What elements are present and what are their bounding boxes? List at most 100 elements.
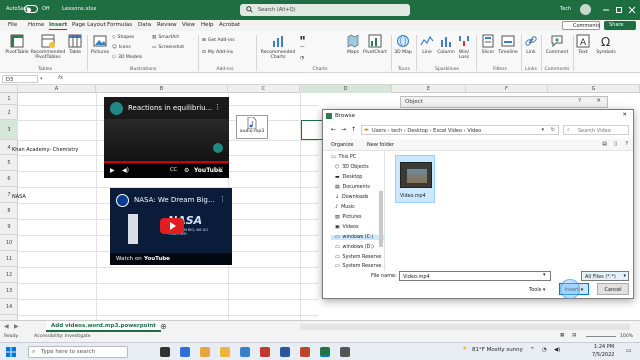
table-button[interactable]: Table bbox=[66, 34, 84, 55]
path-segment[interactable]: tech bbox=[391, 128, 402, 134]
organize-button[interactable]: Organize bbox=[331, 142, 353, 148]
recommended-charts-button[interactable]: Recommended Charts bbox=[258, 34, 298, 60]
captions-icon[interactable]: CC bbox=[170, 167, 177, 173]
settings-icon[interactable]: ⚙ bbox=[184, 167, 189, 174]
column-header[interactable]: D bbox=[300, 85, 392, 93]
nav-item-music[interactable]: ♪ Music bbox=[335, 205, 355, 210]
row-header[interactable]: 14 bbox=[0, 299, 18, 315]
timeline-button[interactable]: Timeline bbox=[497, 34, 519, 55]
3d-models-button[interactable]: ⬡ 3D Models bbox=[112, 55, 142, 60]
row-header[interactable]: 6 bbox=[0, 171, 18, 187]
sparkline-line-button[interactable]: Line bbox=[420, 34, 434, 55]
nav-scrollbar[interactable] bbox=[379, 191, 383, 247]
volume-icon[interactable]: ◀) bbox=[122, 167, 129, 174]
sheet-tab-active[interactable]: Add videos.word.mp3.powerpoint bbox=[46, 321, 161, 332]
nav-item-system-reserved[interactable]: ▭ System Reserve bbox=[335, 255, 381, 260]
row-header[interactable]: 9 bbox=[0, 219, 18, 235]
embedded-video-nasa[interactable]: NASA: We Dream Big... ⋮ NASA WE DREAM BI… bbox=[110, 188, 232, 265]
preview-pane-icon[interactable]: ▯ bbox=[614, 141, 617, 147]
add-sheet-icon[interactable]: ⊕ bbox=[160, 322, 167, 331]
view-options-icon[interactable]: ▤ bbox=[602, 141, 607, 147]
pivottable-button[interactable]: PivotTable bbox=[4, 34, 30, 55]
comment-button[interactable]: Comment bbox=[544, 34, 570, 55]
active-cell-d3[interactable] bbox=[301, 120, 323, 140]
line-chart-icon[interactable]: ⌒ bbox=[300, 46, 305, 52]
cell-a7[interactable]: NASA bbox=[12, 194, 26, 200]
row-header[interactable]: 3 bbox=[0, 120, 18, 140]
share-button[interactable]: Share bbox=[604, 21, 636, 30]
chevron-down-icon[interactable]: ▾ bbox=[543, 272, 546, 278]
column-header[interactable]: E bbox=[392, 85, 466, 93]
avatar[interactable] bbox=[580, 4, 591, 15]
file-type-select[interactable]: All Files (*.*) ▾ bbox=[581, 271, 629, 281]
accessibility-status[interactable]: Accessibility: Investigate bbox=[34, 334, 91, 339]
edge-icon[interactable] bbox=[180, 347, 190, 357]
column-header[interactable]: F bbox=[466, 85, 548, 93]
close-icon[interactable] bbox=[626, 4, 638, 16]
path-segment[interactable]: Desktop bbox=[407, 128, 428, 134]
weather-text[interactable]: 81°F Mostly sunny bbox=[472, 347, 523, 353]
column-header[interactable]: B bbox=[96, 85, 228, 93]
path-segment[interactable]: Users bbox=[372, 128, 386, 134]
tray-chevron-icon[interactable]: ^ bbox=[530, 347, 535, 353]
audio-object[interactable]: audio.mp3 bbox=[236, 115, 268, 139]
excel-icon[interactable] bbox=[320, 347, 330, 357]
column-header[interactable]: G bbox=[548, 85, 640, 93]
back-icon[interactable]: ← bbox=[331, 126, 336, 133]
tab-acrobat[interactable]: Acrobat bbox=[219, 22, 240, 28]
sparkline-column-button[interactable]: Column bbox=[436, 34, 456, 55]
nav-item-documents[interactable]: ▤ Documents bbox=[335, 185, 370, 190]
column-chart-icon[interactable]: ▮▮ bbox=[300, 36, 305, 41]
tab-data[interactable]: Data bbox=[138, 22, 151, 28]
powerpoint-icon[interactable] bbox=[300, 347, 310, 357]
row-header[interactable]: 5 bbox=[0, 155, 18, 171]
text-button[interactable]: A Text bbox=[576, 34, 590, 55]
tab-view[interactable]: View bbox=[182, 22, 195, 28]
file-name-input[interactable]: Video.mp4 bbox=[399, 271, 551, 281]
nav-item-downloads[interactable]: ↓ Downloads bbox=[335, 195, 368, 200]
fullscreen-icon[interactable]: ⛶ bbox=[219, 167, 223, 175]
play-icon[interactable]: ▶ bbox=[110, 167, 115, 174]
nav-item-windows-d[interactable]: ▭ windows (D:) bbox=[335, 245, 374, 250]
close-icon[interactable]: ✕ bbox=[596, 98, 601, 104]
row-header[interactable]: 8 bbox=[0, 203, 18, 219]
zoom-level[interactable]: 100% bbox=[620, 334, 633, 339]
path-segment[interactable]: Video bbox=[467, 128, 481, 134]
row-header[interactable]: 12 bbox=[0, 267, 18, 283]
store-icon[interactable] bbox=[240, 347, 250, 357]
tab-help[interactable]: Help bbox=[201, 22, 214, 28]
new-folder-button[interactable]: New folder bbox=[367, 142, 394, 148]
forward-icon[interactable]: → bbox=[341, 126, 346, 133]
name-box[interactable]: D3 bbox=[2, 75, 38, 83]
play-button[interactable] bbox=[160, 218, 184, 234]
network-icon[interactable]: ◔ bbox=[542, 347, 547, 353]
maps-button[interactable]: Maps bbox=[346, 34, 360, 55]
comments-button[interactable]: Comments bbox=[562, 21, 600, 30]
recommended-pivottables-button[interactable]: Recommended PivotTables bbox=[30, 34, 66, 60]
nav-item-pictures[interactable]: ▨ Pictures bbox=[335, 215, 362, 220]
sparkline-winloss-button[interactable]: Win/ Loss bbox=[457, 34, 471, 60]
namebox-dropdown-icon[interactable]: ▾ bbox=[40, 76, 43, 82]
app-icon[interactable] bbox=[260, 347, 270, 357]
pictures-button[interactable]: Pictures bbox=[90, 34, 110, 55]
tab-insert[interactable]: Insert bbox=[49, 22, 68, 30]
more-options-icon[interactable]: ⋮ bbox=[214, 103, 221, 111]
progress-bar[interactable] bbox=[104, 161, 229, 163]
nav-item-system-reserved[interactable]: ▭ System Reserve bbox=[335, 264, 381, 269]
app-icon[interactable] bbox=[340, 347, 350, 357]
screenshot-button[interactable]: ▭ Screenshot bbox=[152, 45, 184, 50]
more-options-icon[interactable]: ⋮ bbox=[219, 195, 226, 203]
chevron-down-icon[interactable]: ▾ bbox=[541, 127, 544, 133]
tab-home[interactable]: Home bbox=[28, 22, 44, 28]
horizontal-scrollbar[interactable] bbox=[300, 324, 630, 330]
row-header[interactable]: 11 bbox=[0, 251, 18, 267]
3d-map-button[interactable]: 3D Map bbox=[394, 34, 412, 55]
nav-item-videos[interactable]: ▣ Videos bbox=[335, 225, 359, 230]
watch-on-bar[interactable]: Watch on YouTube bbox=[110, 253, 232, 265]
volume-icon[interactable]: ◀) bbox=[554, 347, 560, 353]
smartart-button[interactable]: ▥ SmartArt bbox=[152, 35, 179, 40]
icons-button[interactable]: ☺ Icons bbox=[112, 45, 131, 50]
minimize-icon[interactable] bbox=[600, 4, 612, 16]
clock-time[interactable]: 1:24 PM bbox=[594, 344, 614, 350]
taskbar-search[interactable]: ⌕ Type here to search bbox=[28, 346, 128, 358]
